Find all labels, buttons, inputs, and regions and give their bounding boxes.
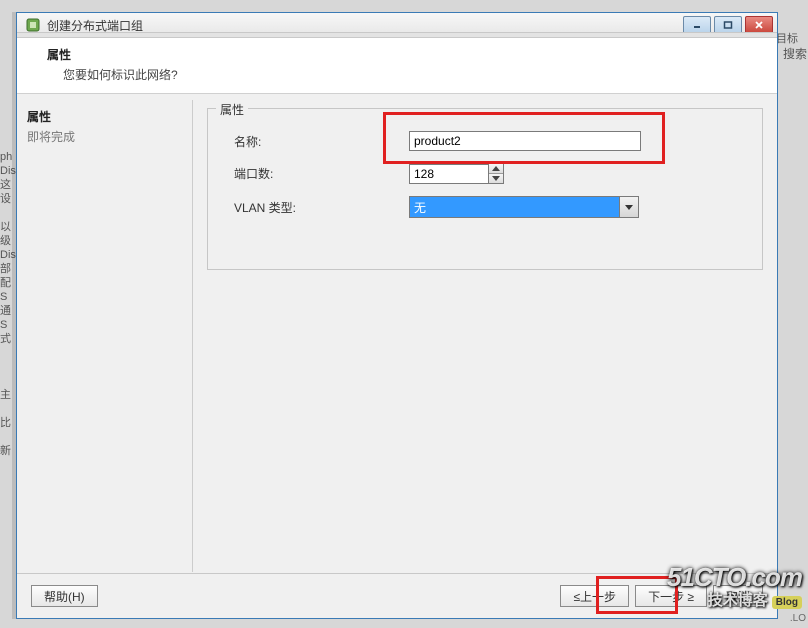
dialog-footer: 帮助(H) ≤上一步 下一步 ≥ 取消 bbox=[17, 573, 777, 618]
properties-groupbox: 属性 名称: 端口数: bbox=[207, 108, 763, 270]
window-title: 创建分布式端口组 bbox=[45, 17, 683, 34]
dialog-window: 创建分布式端口组 属性 您要如何标识此网络? 属性 即将完成 属性 bbox=[16, 12, 778, 619]
ports-input[interactable] bbox=[409, 164, 488, 184]
name-label: 名称: bbox=[208, 133, 409, 150]
ports-down-button[interactable] bbox=[489, 173, 503, 183]
background-search-label: 搜索 bbox=[783, 45, 808, 62]
next-button[interactable]: 下一步 ≥ bbox=[635, 585, 707, 607]
app-icon bbox=[25, 17, 41, 33]
chevron-down-icon[interactable] bbox=[619, 197, 638, 217]
dialog-header: 属性 您要如何标识此网络? bbox=[17, 38, 777, 94]
vlan-type-value: 无 bbox=[414, 199, 426, 216]
back-button[interactable]: ≤上一步 bbox=[560, 585, 629, 607]
header-subtitle: 您要如何标识此网络? bbox=[63, 66, 765, 83]
groupbox-legend: 属性 bbox=[216, 101, 248, 118]
help-button[interactable]: 帮助(H) bbox=[31, 585, 98, 607]
step-ready-to-complete[interactable]: 即将完成 bbox=[27, 128, 182, 145]
wizard-steps: 属性 即将完成 bbox=[17, 100, 193, 572]
header-title: 属性 bbox=[47, 46, 765, 63]
name-input[interactable] bbox=[409, 131, 641, 151]
vlan-type-label: VLAN 类型: bbox=[208, 199, 409, 216]
step-properties[interactable]: 属性 bbox=[27, 108, 182, 125]
background-lo-text: .LO bbox=[790, 613, 806, 624]
vlan-type-select[interactable]: 无 bbox=[409, 196, 639, 218]
cancel-button[interactable]: 取消 bbox=[713, 585, 763, 607]
ports-up-button[interactable] bbox=[489, 164, 503, 173]
background-left-text: ph Dis 这 设 以 级 Dis 部 配 S 通 S 式 主 比 新 bbox=[0, 150, 14, 458]
ports-stepper[interactable] bbox=[409, 163, 504, 184]
ports-label: 端口数: bbox=[208, 165, 409, 182]
background-icon-label: 目标 bbox=[776, 30, 798, 46]
